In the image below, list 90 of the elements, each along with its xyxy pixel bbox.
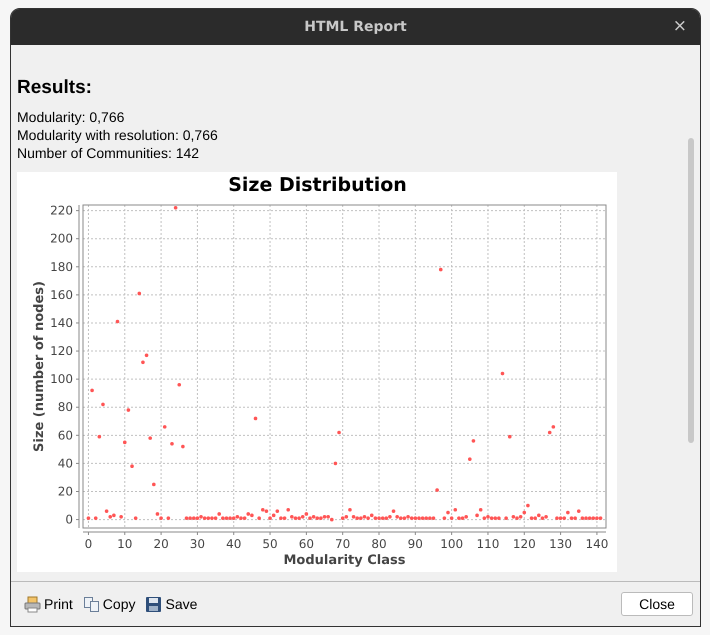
data-point bbox=[90, 388, 94, 392]
data-point bbox=[86, 516, 90, 520]
y-tick-label: 40 bbox=[58, 456, 73, 470]
data-point bbox=[138, 292, 142, 296]
data-point bbox=[566, 510, 570, 514]
data-point bbox=[152, 482, 156, 486]
data-point bbox=[177, 382, 182, 387]
data-point bbox=[500, 372, 504, 376]
data-point bbox=[101, 402, 105, 406]
data-point bbox=[126, 408, 130, 412]
data-point bbox=[257, 516, 261, 520]
data-point bbox=[348, 508, 352, 512]
x-tick-label: 130 bbox=[549, 537, 572, 551]
result-line: Modularity with resolution: 0,766 bbox=[17, 126, 219, 144]
data-point bbox=[148, 436, 152, 440]
data-point bbox=[508, 434, 512, 439]
y-tick-label: 80 bbox=[58, 400, 73, 414]
y-tick-label: 180 bbox=[50, 260, 73, 274]
y-tick-label: 160 bbox=[50, 288, 73, 302]
data-point bbox=[174, 206, 178, 210]
close-button[interactable]: Close bbox=[621, 592, 693, 616]
copy-button[interactable]: Copy bbox=[80, 596, 138, 612]
x-tick-label: 140 bbox=[585, 537, 608, 551]
data-point bbox=[104, 509, 108, 513]
y-tick-label: 20 bbox=[58, 484, 73, 498]
data-point bbox=[122, 440, 127, 444]
x-tick-label: 80 bbox=[371, 537, 387, 551]
result-line: Number of Communities: 142 bbox=[17, 144, 200, 162]
data-point bbox=[116, 320, 120, 324]
chart-title: Size Distribution bbox=[228, 174, 407, 196]
data-point bbox=[134, 516, 138, 520]
data-point bbox=[141, 360, 145, 364]
printer-icon bbox=[24, 596, 41, 612]
data-point bbox=[504, 516, 508, 520]
data-point bbox=[254, 416, 258, 420]
x-tick-label: 50 bbox=[262, 537, 278, 551]
data-point bbox=[337, 430, 341, 434]
window-title: HTML Report bbox=[304, 19, 407, 35]
x-tick-label: 30 bbox=[190, 537, 206, 551]
x-tick-label: 70 bbox=[335, 537, 350, 551]
data-point bbox=[442, 516, 446, 520]
x-tick-label: 60 bbox=[298, 537, 314, 551]
data-point bbox=[119, 514, 123, 519]
x-tick-label: 10 bbox=[117, 537, 132, 551]
y-tick-label: 100 bbox=[50, 372, 73, 386]
y-tick-label: 120 bbox=[50, 344, 73, 358]
data-point bbox=[468, 457, 472, 461]
data-point bbox=[472, 439, 476, 443]
data-point bbox=[526, 504, 530, 508]
x-tick-label: 120 bbox=[512, 537, 536, 551]
data-point bbox=[170, 442, 174, 446]
save-button[interactable]: Save bbox=[143, 596, 200, 612]
x-tick-label: 100 bbox=[440, 537, 464, 551]
data-point bbox=[392, 509, 396, 513]
x-axis-title: Modularity Class bbox=[284, 553, 406, 568]
x-tick-label: 90 bbox=[408, 537, 423, 551]
y-tick-label: 220 bbox=[50, 204, 73, 218]
copy-icon bbox=[82, 596, 100, 612]
data-point bbox=[334, 462, 338, 466]
data-point bbox=[94, 516, 98, 520]
y-tick-label: 0 bbox=[65, 512, 73, 527]
y-tick-label: 140 bbox=[50, 316, 73, 330]
data-point bbox=[552, 425, 556, 429]
x-tick-label: 40 bbox=[226, 537, 242, 551]
data-point bbox=[162, 425, 167, 429]
x-tick-label: 20 bbox=[153, 537, 169, 551]
data-point bbox=[450, 516, 454, 520]
data-point bbox=[446, 510, 450, 514]
print-button[interactable]: Print bbox=[22, 596, 75, 612]
data-point bbox=[453, 508, 458, 512]
results-heading: Results: bbox=[17, 77, 93, 99]
data-point bbox=[478, 508, 482, 512]
data-point bbox=[166, 516, 170, 520]
data-point bbox=[98, 434, 102, 439]
data-point bbox=[475, 514, 479, 518]
x-tick-label: 110 bbox=[476, 537, 500, 551]
y-axis-title: Size (number of nodes) bbox=[32, 281, 47, 452]
result-line: Modularity: 0,766 bbox=[17, 108, 126, 126]
y-tick-label: 200 bbox=[50, 232, 73, 246]
scrollbar-thumb[interactable] bbox=[688, 138, 694, 443]
data-point bbox=[438, 268, 443, 272]
data-point bbox=[548, 430, 552, 434]
y-tick-label: 60 bbox=[58, 428, 73, 442]
data-point bbox=[144, 353, 148, 358]
data-point bbox=[576, 509, 581, 513]
x-tick-label: 0 bbox=[84, 537, 92, 551]
data-point bbox=[286, 508, 290, 512]
data-point bbox=[130, 464, 134, 468]
data-point bbox=[435, 488, 439, 492]
data-point bbox=[181, 444, 185, 448]
